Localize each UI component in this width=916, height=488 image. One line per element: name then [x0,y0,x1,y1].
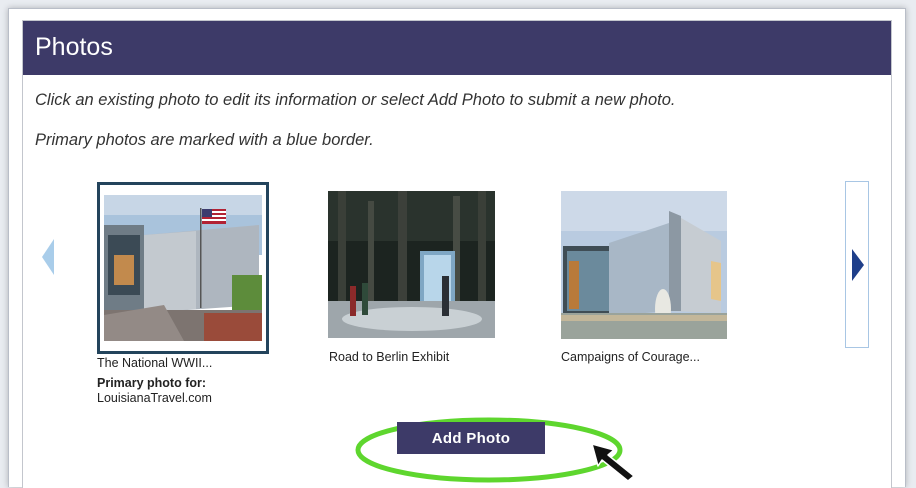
panel-title: Photos [35,33,113,61]
window-frame: Photos Click an existing photo to edit i… [8,8,906,488]
photo-caption[interactable]: The National WWII... [97,356,212,370]
photo-thumbnail-wwii-museum[interactable] [97,182,269,354]
photo-thumbnail-campaigns-of-courage[interactable] [561,191,727,339]
museum-building-image [104,195,262,341]
next-photos-button[interactable] [845,181,869,348]
primary-photo-label: Primary photo for: [97,376,207,390]
photo-caption[interactable]: Campaigns of Courage... [561,350,700,364]
photo-caption[interactable]: Road to Berlin Exhibit [329,350,449,364]
chevron-left-icon[interactable] [40,237,56,277]
primary-photo-site: LouisianaTravel.com [97,391,212,405]
primary-note-text: Primary photos are marked with a blue bo… [35,131,374,149]
mouse-cursor-icon [591,443,635,482]
photos-panel: Photos Click an existing photo to edit i… [22,20,892,488]
photo-thumbnail-road-to-berlin[interactable] [328,191,495,338]
chevron-right-icon [852,249,864,281]
pavilion-building-image [561,191,727,339]
add-photo-button[interactable]: Add Photo [397,422,545,454]
panel-header: Photos [23,21,891,75]
forest-exhibit-image [328,191,495,338]
instruction-text: Click an existing photo to edit its info… [35,91,676,109]
